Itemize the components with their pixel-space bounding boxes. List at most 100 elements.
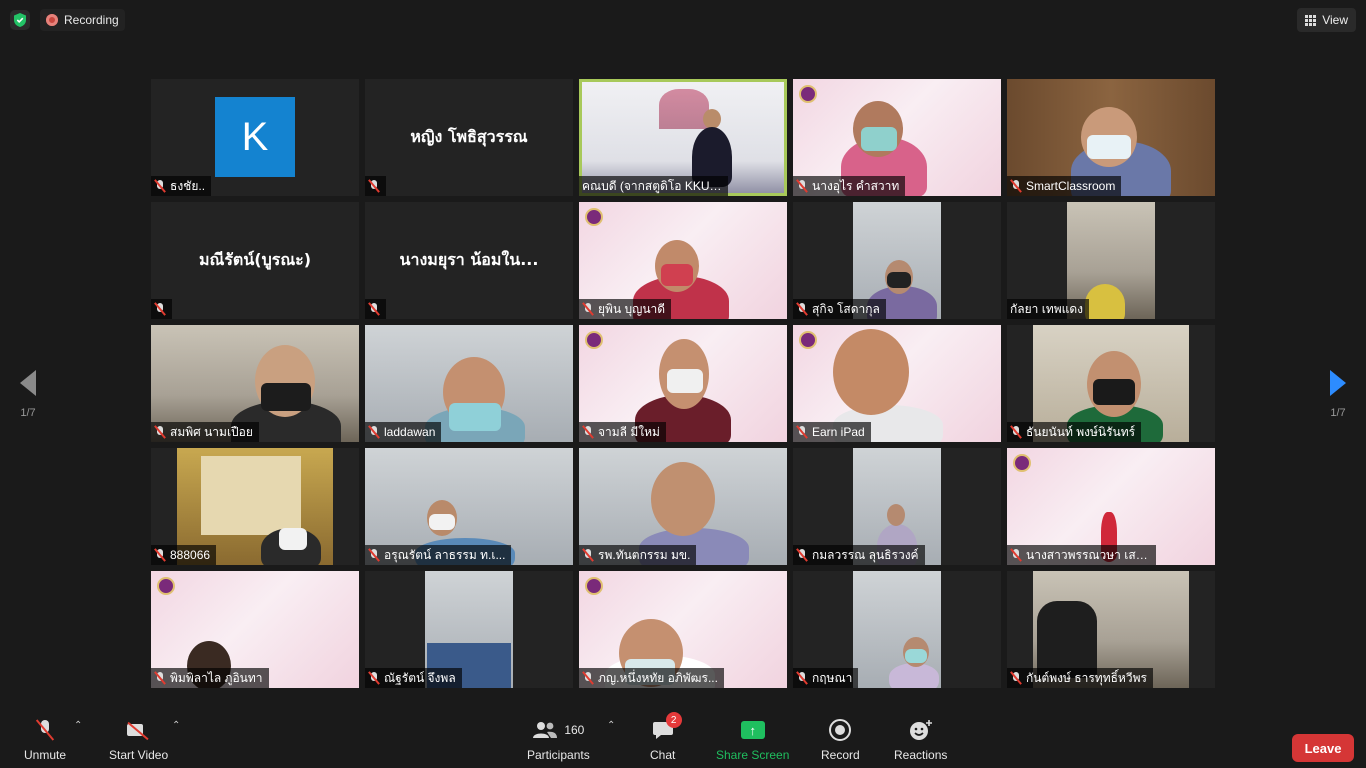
video-tile-active-speaker[interactable]: คณบดี (จากสตูดิโอ KKU ...	[579, 79, 787, 196]
event-banner	[933, 83, 995, 109]
video-tile[interactable]: ภญ.หนึ่งหทัย อภิพัฒร...	[579, 571, 787, 688]
video-tile[interactable]: นางมยุรา น้อมใน...	[365, 202, 573, 319]
video-tile[interactable]: ธันยนันท์ พงษ์นิรันทร์	[1007, 325, 1215, 442]
participant-name-label: สมพิศ นามเปือย	[151, 422, 259, 442]
start-video-button[interactable]: Start Video	[109, 718, 168, 762]
participant-name-label: นางสาวพรรณวษา เสร...	[1007, 545, 1156, 565]
participant-name-label: ธันยนันท์ พงษ์นิรันทร์	[1007, 422, 1142, 442]
video-tile[interactable]: ยุพิน บุญนาดี	[579, 202, 787, 319]
video-tile[interactable]: กันต์พงษ์ ธารทุทธิ์หวีพร	[1007, 571, 1215, 688]
previous-page-button[interactable]: 1/7	[16, 368, 40, 419]
recording-label: Recording	[64, 13, 119, 27]
video-tile[interactable]: จามลี มีใหม่	[579, 325, 787, 442]
participant-display-name: หญิง โพธิสุวรรณ	[410, 127, 528, 146]
face-mask	[429, 514, 455, 530]
video-tile[interactable]: หญิง โพธิสุวรรณ	[365, 79, 573, 196]
studio-logo	[659, 89, 709, 129]
mic-muted-icon	[796, 671, 808, 685]
chat-label: Chat	[650, 748, 676, 762]
video-tile[interactable]: พิมพิลาไล ภูอินทา	[151, 571, 359, 688]
video-tile[interactable]: สุกิจ โสดากุล	[793, 202, 1001, 319]
mic-muted-icon	[582, 548, 594, 562]
video-tile[interactable]: อรุณรัตน์ ลาธรรม ท.เ...	[365, 448, 573, 565]
mic-muted-icon	[154, 671, 166, 685]
record-icon	[829, 719, 852, 741]
meeting-toolbar: Unmute ⌃ Start Video ⌃ 160 Participants …	[0, 706, 1366, 768]
speaker-head	[703, 109, 721, 129]
video-tile[interactable]: ณัฐรัตน์ จึงพล	[365, 571, 573, 688]
record-button[interactable]: Record	[821, 718, 860, 762]
video-tile[interactable]: มณีรัตน์(บูรณะ)	[151, 202, 359, 319]
video-tile[interactable]: 888066	[151, 448, 359, 565]
mic-muted-icon	[154, 302, 166, 316]
participants-button[interactable]: 160 Participants	[527, 718, 590, 762]
participant-head	[887, 504, 905, 526]
video-tile[interactable]: กัลยา เทพแดง	[1007, 202, 1215, 319]
mic-muted-icon	[154, 179, 166, 193]
leave-meeting-button[interactable]: Leave	[1292, 734, 1354, 762]
page-indicator-right: 1/7	[1330, 407, 1346, 419]
next-page-button[interactable]: 1/7	[1326, 368, 1350, 419]
participant-display-name: นางมยุรา น้อมใน...	[399, 250, 539, 269]
participant-name-label: กัลยา เทพแดง	[1007, 299, 1090, 319]
mic-muted-icon	[796, 179, 808, 193]
audio-options-chevron-up-icon[interactable]: ⌃	[74, 720, 82, 731]
share-screen-button[interactable]: ↑ Share Screen	[716, 718, 789, 762]
participant-name-label: laddawan	[365, 422, 442, 442]
face-mask	[667, 369, 703, 393]
participant-name-label: Earn iPad	[793, 422, 871, 442]
participant-name-label: กมลวรรณ ลุนธิรวงค์	[793, 545, 925, 565]
top-bar: Recording View	[0, 0, 1366, 40]
participant-name-label: รพ.ทันตกรรม มข.	[579, 545, 697, 565]
video-tile[interactable]: SmartClassroom	[1007, 79, 1215, 196]
mic-muted-icon	[1010, 548, 1022, 562]
university-logo-icon	[799, 85, 817, 103]
video-options-chevron-up-icon[interactable]: ⌃	[172, 720, 180, 731]
participant-name-label: กันต์พงษ์ ธารทุทธิ์หวีพร	[1007, 668, 1153, 688]
participant-name-label: อรุณรัตน์ ลาธรรม ท.เ...	[365, 545, 512, 565]
university-logo-icon	[1013, 454, 1031, 472]
unread-chat-badge: 2	[665, 712, 682, 728]
share-screen-label: Share Screen	[716, 748, 790, 762]
office-chair	[1037, 601, 1097, 678]
participants-options-chevron-up-icon[interactable]: ⌃	[607, 720, 615, 731]
participant-display-name: มณีรัตน์(บูรณะ)	[198, 250, 312, 269]
unmute-label: Unmute	[24, 748, 67, 762]
participant-name-label: SmartClassroom	[1007, 176, 1122, 196]
participant-name-label: จามลี มีใหม่	[579, 422, 666, 442]
mic-muted-icon	[582, 425, 594, 439]
participant-name-label: สุกิจ โสดากุล	[793, 299, 886, 319]
mic-muted-icon	[796, 548, 808, 562]
triangle-left-icon	[20, 370, 36, 396]
recording-dot-icon	[46, 14, 58, 26]
participant-name-label: ยุพิน บุญนาดี	[579, 299, 672, 319]
video-tile[interactable]: กมลวรรณ ลุนธิรวงค์	[793, 448, 1001, 565]
video-tile[interactable]: นางอุไร คำสวาท	[793, 79, 1001, 196]
chat-button[interactable]: 2 Chat	[650, 712, 682, 762]
video-tile[interactable]: laddawan	[365, 325, 573, 442]
unmute-button[interactable]: Unmute	[24, 718, 66, 762]
grid-view-icon	[1305, 14, 1317, 26]
video-tile[interactable]: รพ.ทันตกรรม มข.	[579, 448, 787, 565]
participant-name-label: ธงชัย..	[151, 176, 212, 196]
video-tile[interactable]: กฤษณา	[793, 571, 1001, 688]
recording-indicator[interactable]: Recording	[40, 9, 125, 31]
video-tile[interactable]: สมพิศ นามเปือย	[151, 325, 359, 442]
mic-muted-icon	[796, 302, 808, 316]
encryption-shield-icon[interactable]	[10, 10, 30, 30]
mic-muted-icon	[1010, 179, 1022, 193]
participant-name-label: กฤษณา	[793, 668, 859, 688]
university-logo-icon	[585, 208, 603, 226]
video-tile[interactable]: นางสาวพรรณวษา เสร...	[1007, 448, 1215, 565]
university-logo-icon	[585, 331, 603, 349]
participant-name-label	[151, 299, 172, 319]
video-grid: K ธงชัย.. หญิง โพธิสุวรรณ คณบดี (จากสตูด…	[151, 79, 1215, 688]
view-button[interactable]: View	[1297, 8, 1356, 32]
face-mask	[887, 272, 911, 288]
mic-muted-icon	[154, 548, 166, 562]
start-video-label: Start Video	[109, 748, 169, 762]
video-tile[interactable]: K ธงชัย..	[151, 79, 359, 196]
reactions-button[interactable]: Reactions	[894, 718, 947, 762]
participants-count: 160	[564, 723, 585, 737]
video-tile[interactable]: Earn iPad	[793, 325, 1001, 442]
